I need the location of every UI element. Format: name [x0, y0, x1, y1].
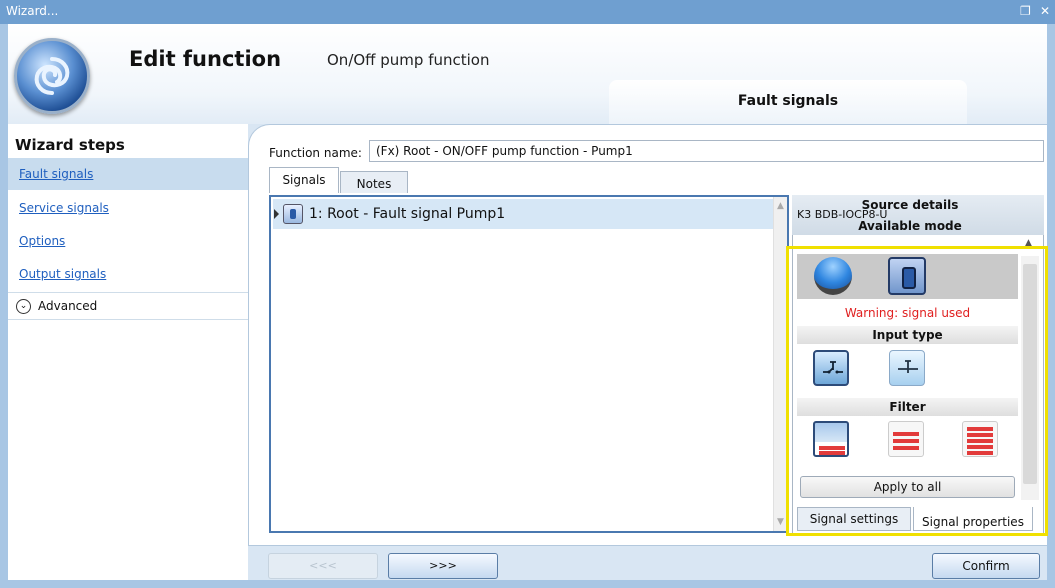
tab-signals[interactable]: Signals	[269, 167, 339, 193]
next-button[interactable]: >>>	[388, 553, 498, 579]
close-icon[interactable]: ✕	[1040, 4, 1050, 18]
chevron-down-circle-icon[interactable]: ⌄	[16, 299, 31, 314]
advanced-label[interactable]: Advanced	[38, 299, 97, 313]
function-type-subtitle: On/Off pump function	[327, 51, 490, 69]
function-name-input[interactable]	[369, 140, 1044, 162]
highlight-frame	[786, 246, 1048, 536]
title-bar: Wizard... ❐ ✕	[0, 0, 1055, 24]
function-name-label: Function name:	[269, 146, 362, 160]
wizard-steps-sidebar: Wizard steps Fault signals Service signa…	[8, 124, 248, 580]
current-step-tab: Fault signals	[609, 80, 967, 124]
available-mode-title: Available mode	[858, 219, 962, 233]
row-pointer-icon	[274, 209, 279, 219]
confirm-button[interactable]: Confirm	[932, 553, 1040, 579]
nav-item-output-signals[interactable]: Output signals	[8, 258, 248, 290]
current-step-label: Fault signals	[737, 93, 839, 109]
tab-notes[interactable]: Notes	[340, 171, 408, 193]
signal-icon	[283, 204, 303, 224]
restore-icon[interactable]: ❐	[1020, 4, 1031, 18]
source-details-header: K3 BDB-IOCP8-U Source details Available …	[792, 195, 1044, 235]
scroll-up-icon[interactable]: ▲	[777, 201, 784, 211]
nav-item-fault-signals[interactable]: Fault signals	[8, 158, 248, 190]
signal-label: 1: Root - Fault signal Pump1	[309, 206, 506, 222]
source-details-title: Source details	[861, 198, 959, 212]
nav-item-label[interactable]: Output signals	[19, 267, 106, 281]
advanced-expander[interactable]: ⌄ Advanced	[8, 292, 248, 320]
nav-item-label[interactable]: Options	[19, 234, 65, 248]
nav-item-options[interactable]: Options	[8, 225, 248, 257]
nav-item-label[interactable]: Service signals	[19, 201, 109, 215]
window-title: Wizard...	[6, 4, 59, 18]
signals-list[interactable]: 1: Root - Fault signal Pump1 ▲ ▼	[269, 195, 789, 533]
list-scrollbar[interactable]: ▲ ▼	[773, 197, 787, 531]
app-logo	[14, 38, 90, 114]
page-title: Edit function	[129, 47, 282, 71]
wizard-steps-title: Wizard steps	[15, 136, 125, 154]
list-item[interactable]: 1: Root - Fault signal Pump1	[273, 199, 773, 229]
previous-button[interactable]: <<<	[268, 553, 378, 579]
scroll-down-icon[interactable]: ▼	[777, 517, 784, 527]
nav-item-label[interactable]: Fault signals	[19, 167, 93, 181]
nav-item-service-signals[interactable]: Service signals	[8, 192, 248, 224]
